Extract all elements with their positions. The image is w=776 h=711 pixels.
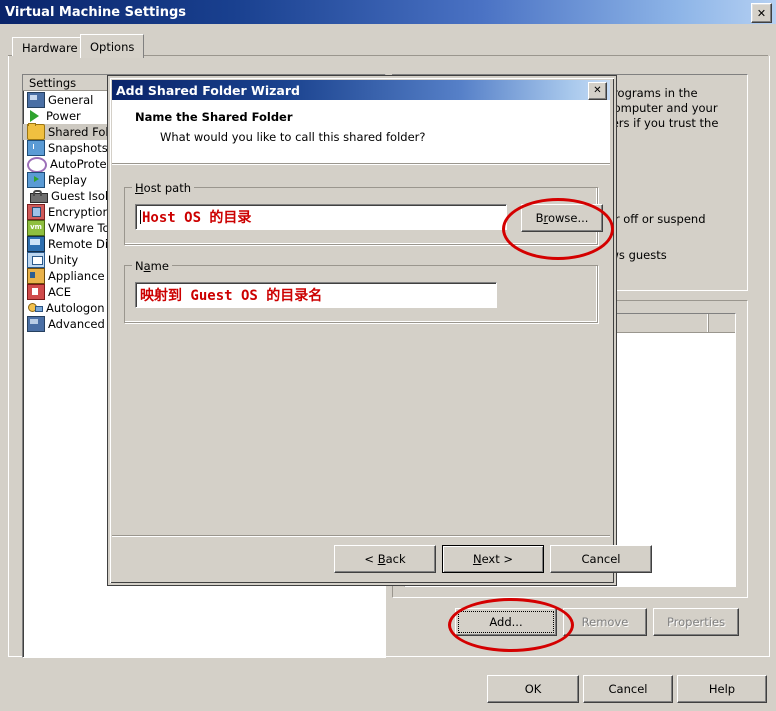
wizard-title: Add Shared Folder Wizard (116, 83, 300, 98)
window-title: Virtual Machine Settings (5, 5, 186, 20)
power-icon (27, 109, 43, 123)
wizard-body: Host path Host OS 的目录 Browse... Name 映射到… (112, 164, 610, 536)
appliance-icon (27, 268, 45, 284)
sidebar-item-label: Replay (48, 173, 87, 187)
tab-options[interactable]: Options (80, 34, 144, 58)
encryption-icon (27, 204, 45, 220)
unity-icon (27, 252, 45, 268)
name-label: Name (132, 259, 172, 273)
next-button-label: Next > (473, 552, 513, 566)
folder-icon (27, 124, 45, 140)
sidebar-item-label: Snapshots (48, 141, 108, 155)
help-button-label: Help (709, 682, 735, 696)
autologon-icon (27, 301, 43, 315)
focus-rect (458, 611, 554, 633)
wizard-subheading: What would you like to call this shared … (160, 130, 425, 144)
host-path-groupbox: Host path Host OS 的目录 Browse... (124, 187, 598, 245)
remove-button[interactable]: Remove (563, 608, 647, 636)
back-button-label: < Back (364, 552, 405, 566)
properties-button-label: Properties (667, 615, 725, 629)
properties-button[interactable]: Properties (653, 608, 739, 636)
wizard-cancel-button[interactable]: Cancel (550, 545, 652, 573)
add-button[interactable]: Add... (455, 608, 557, 636)
host-path-input[interactable]: Host OS 的目录 (135, 204, 507, 230)
advanced-icon (27, 316, 45, 332)
accel-letter: H (135, 181, 144, 195)
sidebar-item-label: ACE (48, 285, 71, 299)
clock-icon (27, 140, 45, 156)
accel-letter: B (378, 552, 386, 566)
back-button[interactable]: < Back (334, 545, 436, 573)
wizard-header: Name the Shared Folder What would you li… (112, 100, 610, 164)
name-value: 映射到 Guest OS 的目录名 (140, 285, 322, 305)
accel-letter: a (144, 259, 151, 273)
sidebar-item-label: Encryption (48, 205, 110, 219)
tab-hardware[interactable]: Hardware (12, 37, 88, 57)
browse-button[interactable]: Browse... (521, 204, 603, 232)
host-path-label: Host path (132, 181, 194, 195)
sidebar-item-label: Unity (48, 253, 78, 267)
replay-icon (27, 172, 45, 188)
window-titlebar: Virtual Machine Settings ✕ (0, 0, 776, 24)
sidebar-item-label: Autologon (46, 301, 105, 315)
accel-letter: r (543, 211, 547, 225)
name-groupbox: Name 映射到 Guest OS 的目录名 (124, 265, 598, 323)
remote-display-icon (27, 236, 45, 252)
help-button[interactable]: Help (677, 675, 767, 703)
accel-letter: N (473, 552, 482, 566)
vmware-settings-window: Virtual Machine Settings ✕ Hardware Opti… (0, 0, 776, 711)
browse-button-label: Browse... (536, 211, 589, 225)
text-caret (140, 210, 141, 224)
shield-circle-icon (27, 157, 47, 173)
wizard-footer: < Back Next > Cancel (112, 535, 610, 580)
ace-icon (27, 284, 45, 300)
cancel-button-label: Cancel (609, 682, 648, 696)
vmware-tools-icon: vm (27, 220, 45, 236)
add-shared-folder-wizard: Add Shared Folder Wizard ✕ Name the Shar… (108, 76, 616, 585)
cancel-button[interactable]: Cancel (583, 675, 673, 703)
close-icon[interactable]: ✕ (751, 3, 772, 23)
sidebar-item-label: Advanced (48, 317, 105, 331)
monitor-icon (27, 92, 45, 108)
wizard-close-icon[interactable]: ✕ (588, 82, 607, 100)
lock-icon (30, 193, 48, 203)
sidebar-item-label: Power (46, 109, 81, 123)
next-button[interactable]: Next > (442, 545, 544, 573)
name-input[interactable]: 映射到 Guest OS 的目录名 (135, 282, 497, 308)
host-path-value: Host OS 的目录 (142, 207, 251, 227)
ok-button[interactable]: OK (487, 675, 579, 703)
remove-button-label: Remove (582, 615, 629, 629)
wizard-heading: Name the Shared Folder (135, 110, 293, 124)
ok-button-label: OK (525, 682, 542, 696)
sidebar-item-label: General (48, 93, 93, 107)
tabstrip: Hardware Options (8, 34, 768, 56)
wizard-titlebar: Add Shared Folder Wizard ✕ (112, 80, 610, 100)
